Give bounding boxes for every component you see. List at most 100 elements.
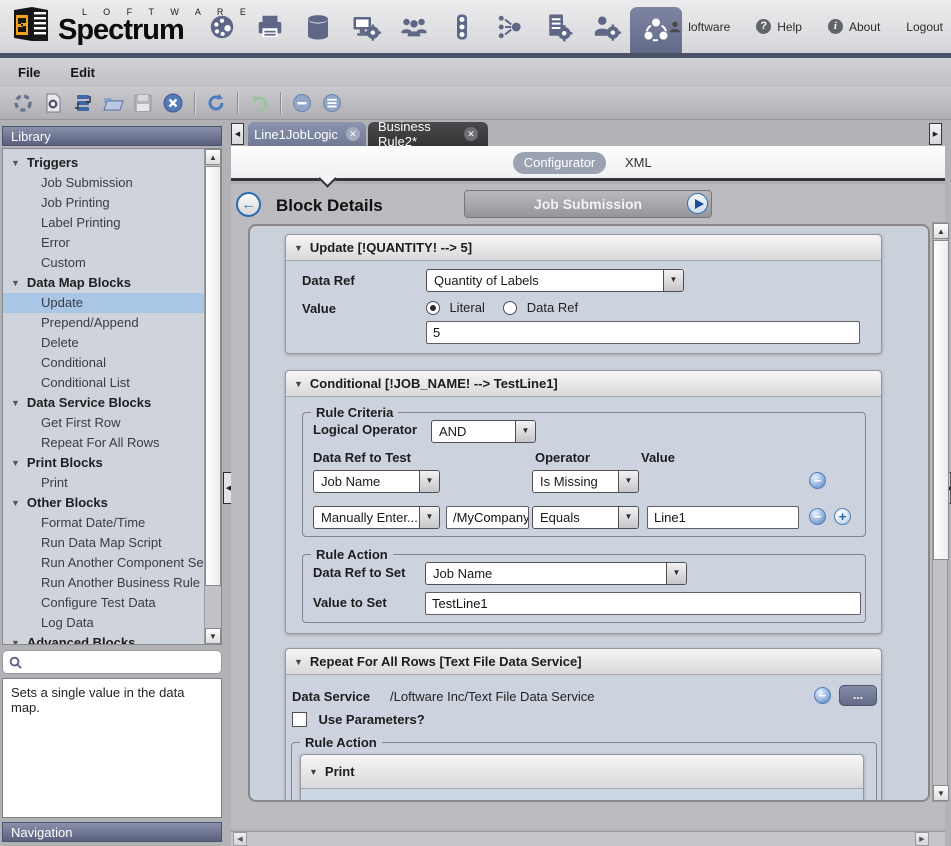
tab-line1joblogic[interactable]: Line1JobLogic (248, 122, 366, 146)
tree-item[interactable]: Custom (3, 253, 205, 273)
criteria-row2-operator-select[interactable]: Equals (532, 506, 639, 529)
tree-item[interactable]: Delete (3, 333, 205, 353)
horizontal-scrollbar[interactable]: ◀ ▶ (231, 831, 945, 846)
tree-item[interactable]: Repeat For All Rows (3, 433, 205, 453)
tree-item[interactable]: Conditional List (3, 373, 205, 393)
scrollbar-thumb[interactable] (933, 240, 949, 560)
scroll-down-icon[interactable]: ▼ (933, 785, 949, 801)
new-rule-document-icon[interactable] (38, 90, 68, 116)
tree-item[interactable]: Configure Test Data (3, 593, 205, 613)
collapse-icon[interactable] (287, 90, 317, 116)
tree-item[interactable]: Log Data (3, 613, 205, 633)
content-scrollbar[interactable]: ▲ ▼ (932, 222, 949, 802)
component-set-icon[interactable] (8, 90, 38, 116)
value-input[interactable]: 5 (426, 321, 860, 344)
traffic-light-icon[interactable] (438, 7, 486, 47)
users-icon[interactable] (390, 7, 438, 47)
tree-item[interactable]: Get First Row (3, 413, 205, 433)
tab-business-rule2[interactable]: Business Rule2* (368, 119, 488, 149)
tree-item[interactable]: Error (3, 233, 205, 253)
close-tab-icon[interactable] (464, 127, 478, 141)
tree-item[interactable]: Update (3, 293, 205, 313)
scroll-left-icon[interactable]: ◀ (233, 832, 247, 846)
criteria-row2-value-input[interactable]: Line1 (647, 506, 799, 529)
tree-item[interactable]: Conditional (3, 353, 205, 373)
close-tab-icon[interactable] (345, 127, 360, 141)
printer-icon[interactable] (246, 7, 294, 47)
server-gear-icon[interactable] (534, 7, 582, 47)
tree-item[interactable]: Job Printing (3, 193, 205, 213)
about-link[interactable]: About (827, 19, 880, 34)
data-ref-select[interactable]: Quantity of Labels (426, 269, 684, 292)
help-link[interactable]: Help (756, 19, 802, 34)
logout-link[interactable]: Logout (906, 20, 943, 34)
tree-item[interactable]: Data Service Blocks (3, 393, 205, 413)
scroll-up-icon[interactable]: ▲ (933, 223, 949, 239)
tree-item[interactable]: Prepend/Append (3, 313, 205, 333)
criteria-row1-data-ref-select[interactable]: Job Name (313, 470, 440, 493)
palette-icon[interactable] (198, 7, 246, 47)
tab-scroll-left-icon[interactable]: ◀ (231, 123, 244, 145)
tree-expand-icon (11, 635, 27, 644)
tree-item[interactable]: Run Another Business Rule (3, 573, 205, 593)
logical-operator-select[interactable]: AND (431, 420, 536, 443)
tree-item[interactable]: Other Blocks (3, 493, 205, 513)
scroll-down-icon[interactable]: ▼ (205, 628, 221, 644)
user-menu[interactable]: loftware (668, 20, 730, 34)
tree-item[interactable]: Print (3, 473, 205, 493)
data-flow-icon[interactable] (486, 7, 534, 47)
criteria-row1-operator-select[interactable]: Is Missing (532, 470, 639, 493)
collapse-all-icon[interactable] (317, 90, 347, 116)
tree-item[interactable]: Triggers (3, 153, 205, 173)
scroll-right-icon[interactable]: ▶ (915, 832, 929, 846)
tree-item[interactable]: Label Printing (3, 213, 205, 233)
tree-item[interactable]: Run Data Map Script (3, 533, 205, 553)
remove-data-service-button[interactable] (814, 687, 831, 704)
update-block: Update [!QUANTITY! --> 5] Data Ref Quant… (285, 234, 882, 354)
tree-item[interactable]: Advanced Blocks (3, 633, 205, 644)
remove-criteria-row2-button[interactable] (809, 508, 826, 525)
blocks-icon[interactable] (68, 90, 98, 116)
criteria-row2-path-input[interactable]: /MyCompany/L (446, 506, 529, 529)
remove-criteria-row1-button[interactable] (809, 472, 826, 489)
user-gear-icon[interactable] (582, 7, 630, 47)
open-folder-icon[interactable] (98, 90, 128, 116)
scroll-up-icon[interactable]: ▲ (205, 149, 221, 165)
navigation-header[interactable]: Navigation (2, 822, 222, 842)
menu-file[interactable]: File (18, 65, 40, 80)
value-data-ref-radio[interactable] (503, 301, 518, 315)
library-header[interactable]: Library (2, 126, 222, 146)
tree-item[interactable]: Data Map Blocks (3, 273, 205, 293)
back-button[interactable]: ← (236, 192, 261, 217)
repeat-block-header[interactable]: Repeat For All Rows [Text File Data Serv… (286, 649, 881, 675)
xml-toggle[interactable]: XML (625, 155, 652, 170)
configurator-toggle[interactable]: Configurator (513, 152, 606, 174)
save-icon[interactable] (128, 90, 158, 116)
conditional-block-header[interactable]: Conditional [!JOB_NAME! --> TestLine1] (286, 371, 881, 397)
menu-edit[interactable]: Edit (70, 65, 95, 80)
data-ref-to-set-select[interactable]: Job Name (425, 562, 687, 585)
use-parameters-checkbox[interactable] (292, 712, 307, 727)
tree-item[interactable]: Format Date/Time (3, 513, 205, 533)
print-block-header[interactable]: Print (301, 755, 863, 789)
library-scrollbar[interactable]: ▲ ▼ (204, 149, 221, 644)
scrollbar-thumb[interactable] (205, 166, 221, 586)
undo-icon[interactable] (244, 90, 274, 116)
tab-scroll-right-icon[interactable]: ▶ (929, 123, 942, 145)
workstation-gear-icon[interactable] (342, 7, 390, 47)
library-search[interactable] (2, 650, 222, 674)
value-to-set-input[interactable]: TestLine1 (425, 592, 861, 615)
trigger-selector-button[interactable]: Job Submission (464, 190, 712, 218)
next-block-icon[interactable] (687, 193, 708, 214)
tree-item[interactable]: Job Submission (3, 173, 205, 193)
close-circle-icon[interactable] (158, 90, 188, 116)
update-block-header[interactable]: Update [!QUANTITY! --> 5] (286, 235, 881, 261)
tree-item[interactable]: Run Another Component Set (3, 553, 207, 573)
browse-data-service-button[interactable]: ... (839, 685, 877, 706)
criteria-row2-data-ref-select[interactable]: Manually Enter... (313, 506, 440, 529)
literal-radio[interactable] (426, 301, 440, 315)
refresh-icon[interactable] (201, 90, 231, 116)
add-criteria-row-button[interactable] (834, 508, 851, 525)
tree-item[interactable]: Print Blocks (3, 453, 205, 473)
database-icon[interactable] (294, 7, 342, 47)
